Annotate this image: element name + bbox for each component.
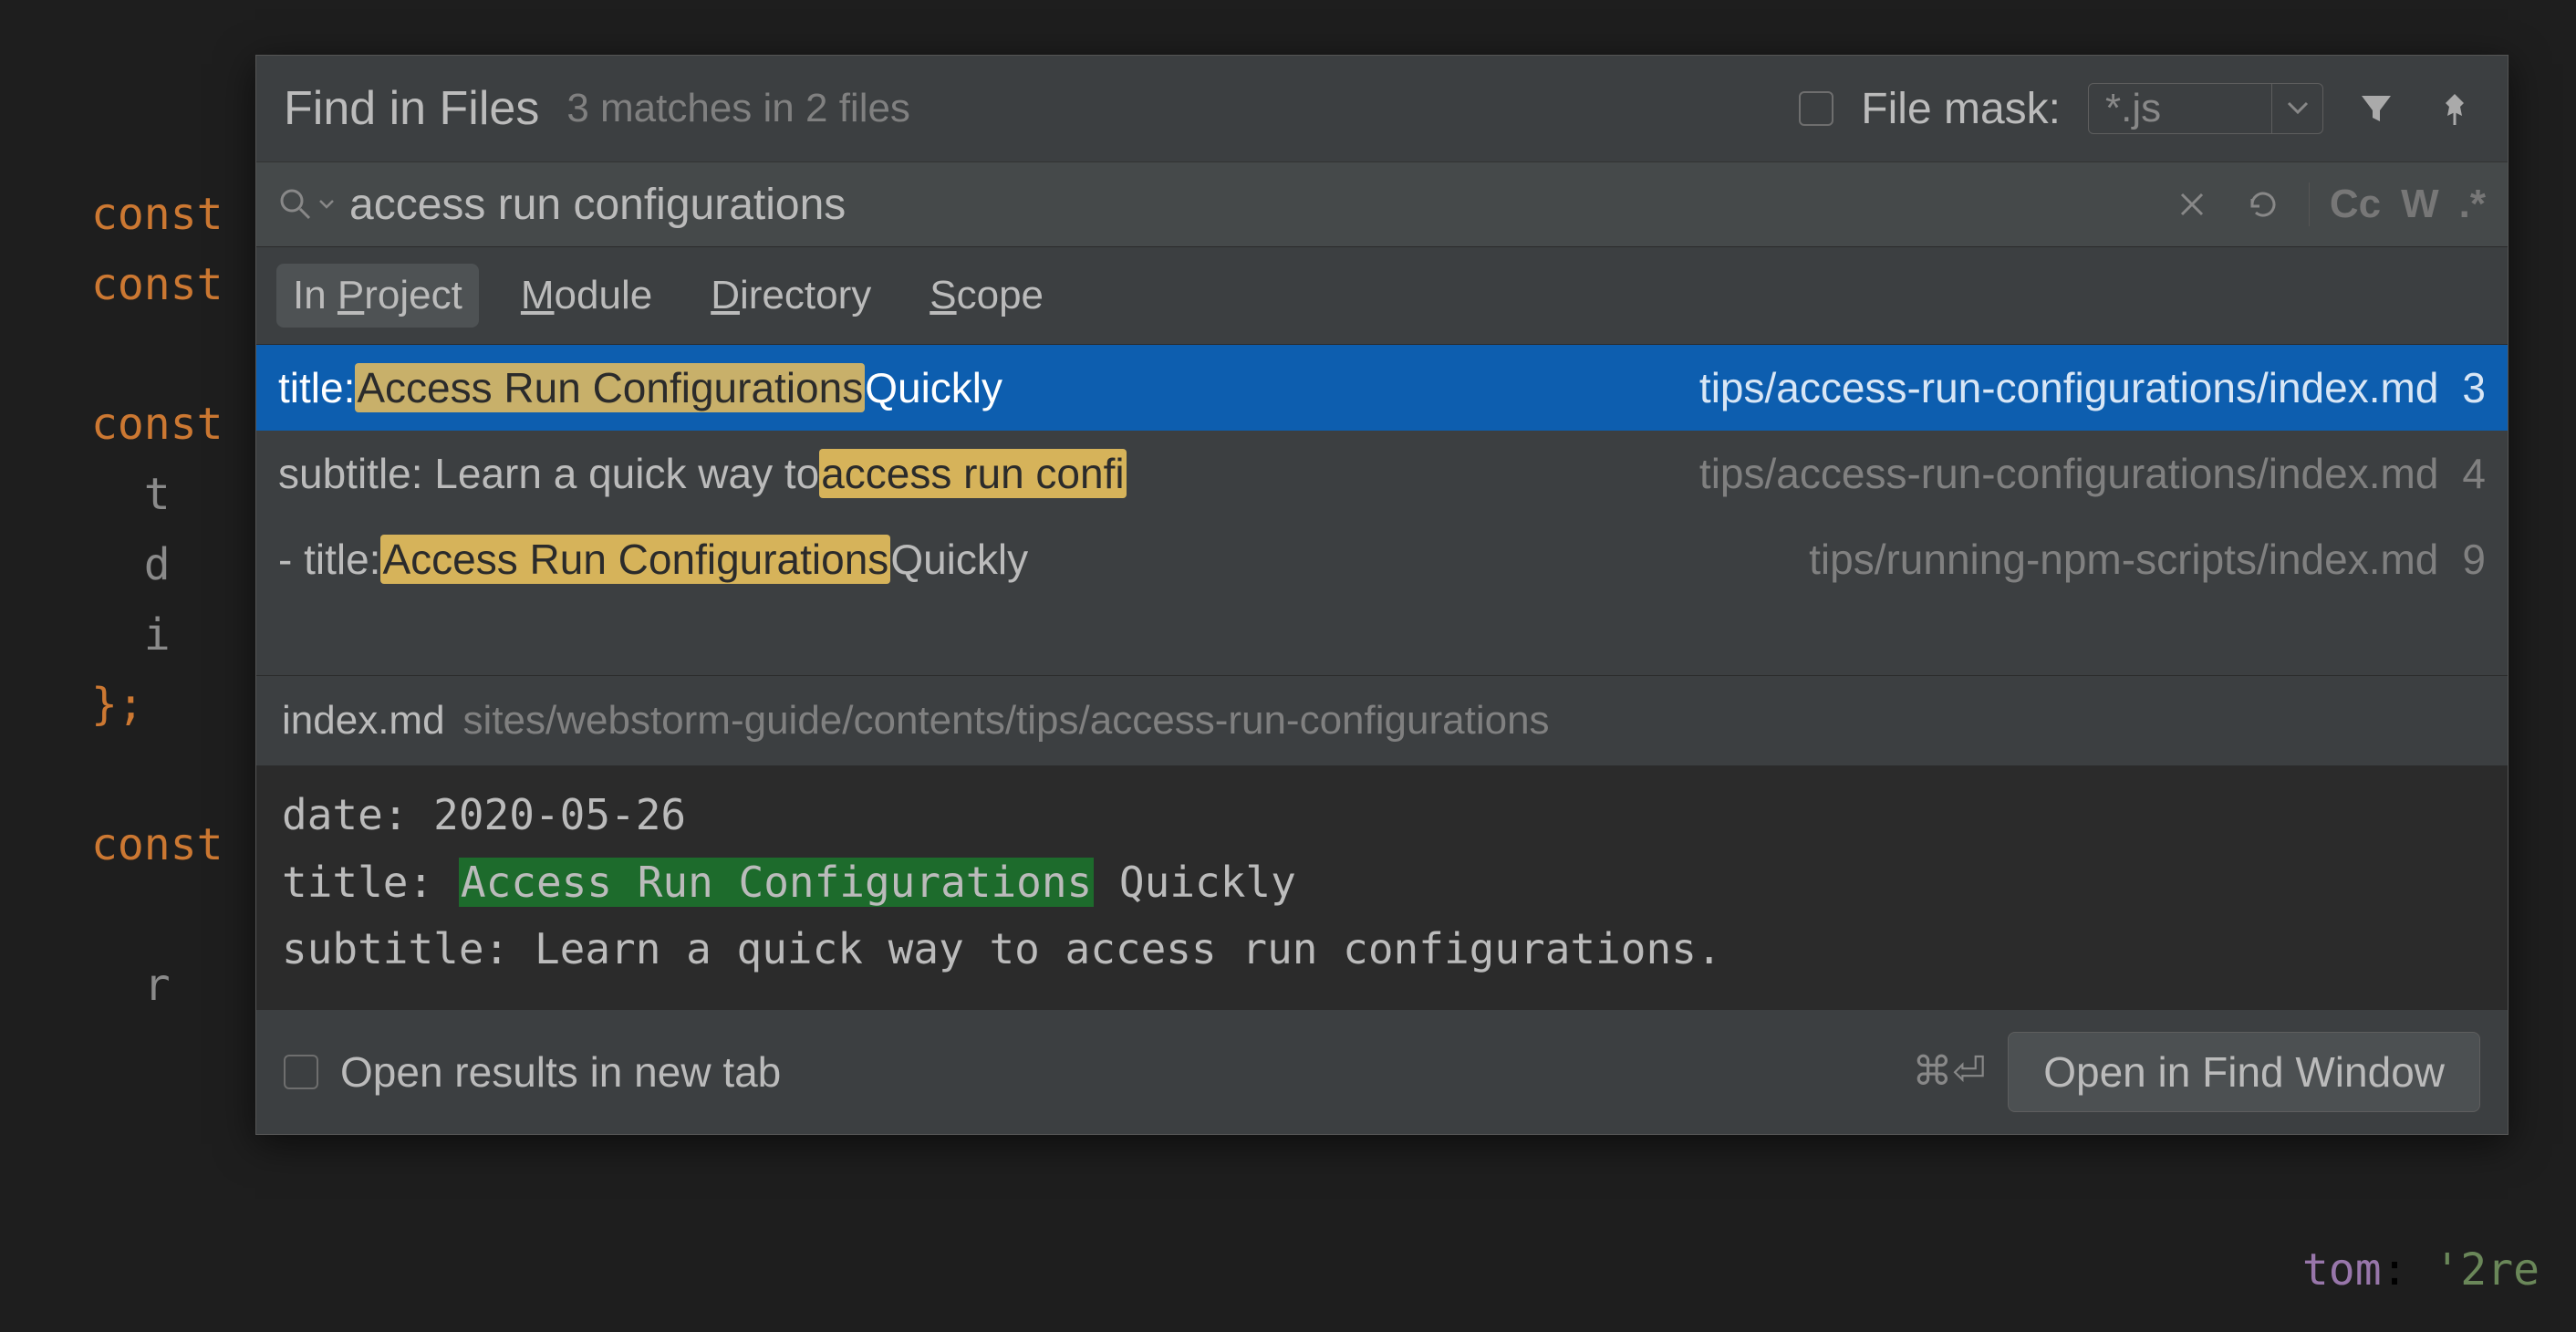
match-count: 3 matches in 2 files: [566, 86, 910, 131]
code-frag: r: [144, 960, 171, 1011]
search-input[interactable]: [349, 180, 2152, 230]
result-match: access run confi: [819, 449, 1126, 498]
preview-header: index.md sites/webstorm-guide/contents/t…: [256, 675, 2508, 765]
find-in-files-dialog: Find in Files 3 matches in 2 files File …: [255, 55, 2508, 1135]
result-row[interactable]: - title: Access Run Configurations Quick…: [256, 516, 2508, 602]
open-new-tab-label: Open results in new tab: [340, 1047, 781, 1097]
file-mask-checkbox[interactable]: [1799, 91, 1833, 126]
dialog-header: Find in Files 3 matches in 2 files File …: [256, 56, 2508, 161]
scope-tabs: In Project Module Directory Scope: [256, 247, 2508, 345]
result-line: 9: [2462, 535, 2486, 584]
scope-scope[interactable]: Scope: [913, 264, 1060, 328]
preview-body[interactable]: date: 2020-05-26 title: Access Run Confi…: [256, 765, 2508, 1009]
scope-directory[interactable]: Directory: [694, 264, 888, 328]
search-input-actions: Cc W .*: [2166, 179, 2486, 230]
result-suffix: Quickly: [865, 363, 1002, 412]
preview-path: sites/webstorm-guide/contents/tips/acces…: [463, 698, 1550, 744]
file-mask-label: File mask:: [1861, 84, 2061, 134]
preview-filename: index.md: [282, 698, 445, 744]
dialog-footer: Open results in new tab ⌘⏎ Open in Find …: [256, 1009, 2508, 1134]
words-toggle[interactable]: W: [2401, 182, 2439, 227]
result-row[interactable]: subtitle: Learn a quick way to access ru…: [256, 431, 2508, 516]
file-mask-input[interactable]: *.js: [2089, 86, 2271, 131]
chevron-down-icon[interactable]: [2271, 83, 2322, 134]
code-frag: t: [144, 469, 171, 520]
result-prefix: subtitle: Learn a quick way to: [278, 449, 819, 498]
clear-icon[interactable]: [2166, 179, 2218, 230]
result-suffix: Quickly: [890, 535, 1028, 584]
code-keyword: const: [91, 399, 223, 450]
code-keyword: const: [91, 189, 223, 240]
code-frag: i: [144, 609, 171, 661]
result-line: 3: [2462, 363, 2486, 412]
shortcut-hint: ⌘⏎: [1912, 1048, 1986, 1095]
open-find-window-button[interactable]: Open in Find Window: [2008, 1032, 2480, 1112]
history-icon[interactable]: [2238, 179, 2289, 230]
result-prefix: title:: [278, 363, 355, 412]
code-brace: };: [91, 679, 144, 730]
search-history-dropdown-icon[interactable]: [318, 199, 335, 210]
dialog-title: Find in Files: [284, 81, 539, 136]
code-fragment-bottom: tom: '2re: [2302, 1244, 2540, 1296]
result-row[interactable]: title: Access Run Configurations Quickly…: [256, 345, 2508, 431]
scope-module[interactable]: Module: [504, 264, 669, 328]
pin-icon[interactable]: [2429, 83, 2480, 134]
search-icon: [278, 187, 313, 222]
result-line: 4: [2462, 449, 2486, 498]
code-frag: d: [144, 539, 171, 590]
code-keyword: const: [91, 259, 223, 310]
file-mask-combobox[interactable]: *.js: [2088, 83, 2323, 134]
preview-match: Access Run Configurations: [459, 858, 1094, 907]
code-keyword: const: [91, 819, 223, 870]
scope-in-project[interactable]: In Project: [276, 264, 479, 328]
results-list: title: Access Run Configurations Quickly…: [256, 345, 2508, 675]
match-case-toggle[interactable]: Cc: [2330, 182, 2381, 227]
result-match: Access Run Configurations: [355, 363, 865, 412]
result-path: tips/access-run-configurations/index.md: [1699, 449, 2438, 498]
result-path: tips/access-run-configurations/index.md: [1699, 363, 2438, 412]
result-match: Access Run Configurations: [380, 535, 890, 584]
result-path: tips/running-npm-scripts/index.md: [1809, 535, 2438, 584]
code-prop: tom: [2302, 1244, 2382, 1296]
open-new-tab-checkbox[interactable]: [284, 1055, 318, 1089]
search-input-row: Cc W .*: [256, 161, 2508, 247]
result-prefix: - title:: [278, 535, 380, 584]
filter-icon[interactable]: [2351, 83, 2402, 134]
code-string: '2re: [2434, 1244, 2540, 1296]
regex-toggle[interactable]: .*: [2459, 182, 2486, 227]
